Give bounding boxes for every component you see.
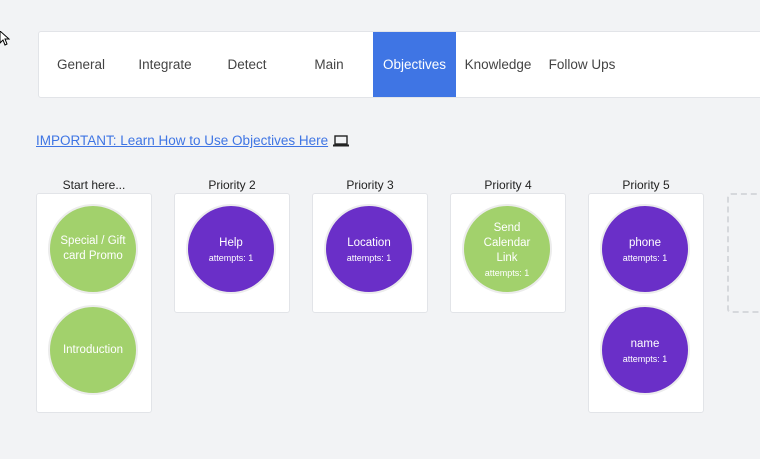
objective-location[interactable]: Location attempts: 1 (324, 204, 414, 294)
tab-objectives[interactable]: Objectives (373, 32, 456, 97)
tab-main[interactable]: Main (287, 32, 371, 97)
objective-name: Send Calendar Link (483, 221, 531, 264)
objective-name: Help (219, 236, 243, 249)
tab-knowledge[interactable]: Knowledge (460, 32, 536, 97)
mouse-cursor-icon (0, 31, 10, 46)
objective-name-item[interactable]: name attempts: 1 (600, 305, 690, 395)
add-priority-dropzone[interactable] (727, 193, 760, 313)
column-label-priority-3: Priority 3 (346, 178, 394, 192)
objective-column-priority-2: Help attempts: 1 (174, 193, 290, 313)
objective-column-priority-5: phone attempts: 1 name attempts: 1 (588, 193, 704, 413)
objective-help[interactable]: Help attempts: 1 (186, 204, 276, 294)
objective-column-start: Special / Gift card Promo Introduction (36, 193, 152, 413)
column-label-priority-5: Priority 5 (622, 178, 670, 192)
objective-attempts: attempts: 1 (484, 267, 530, 278)
column-label-start: Start here... (62, 178, 126, 192)
tab-bar: General Integrate Detect Main Objectives… (38, 31, 760, 98)
objective-special-gift-card-promo[interactable]: Special / Gift card Promo (48, 204, 138, 294)
objective-attempts: attempts: 1 (346, 252, 392, 263)
objectives-help-link[interactable]: IMPORTANT: Learn How to Use Objectives H… (36, 133, 350, 148)
objective-name: name (630, 337, 660, 350)
objective-phone[interactable]: phone attempts: 1 (600, 204, 690, 294)
tab-general[interactable]: General (39, 32, 123, 97)
objective-attempts: attempts: 1 (208, 252, 254, 263)
column-label-priority-4: Priority 4 (484, 178, 532, 192)
objective-attempts: attempts: 1 (622, 252, 668, 263)
tab-integrate[interactable]: Integrate (123, 32, 207, 97)
objective-name: phone (629, 236, 661, 249)
tab-detect[interactable]: Detect (207, 32, 287, 97)
objective-name: Introduction (62, 343, 124, 356)
objective-name: Special / Gift card Promo (60, 235, 126, 262)
objective-introduction[interactable]: Introduction (48, 305, 138, 395)
objective-name: Location (347, 236, 391, 249)
objective-column-priority-4: Send Calendar Link attempts: 1 (450, 193, 566, 313)
column-label-priority-2: Priority 2 (208, 178, 256, 192)
objectives-help-link-text: IMPORTANT: Learn How to Use Objectives H… (36, 133, 329, 148)
objective-attempts: attempts: 1 (622, 353, 668, 364)
laptop-icon (333, 134, 350, 146)
objective-column-priority-3: Location attempts: 1 (312, 193, 428, 313)
tab-follow-ups[interactable]: Follow Ups (544, 32, 620, 97)
objective-send-calendar-link[interactable]: Send Calendar Link attempts: 1 (462, 204, 552, 294)
